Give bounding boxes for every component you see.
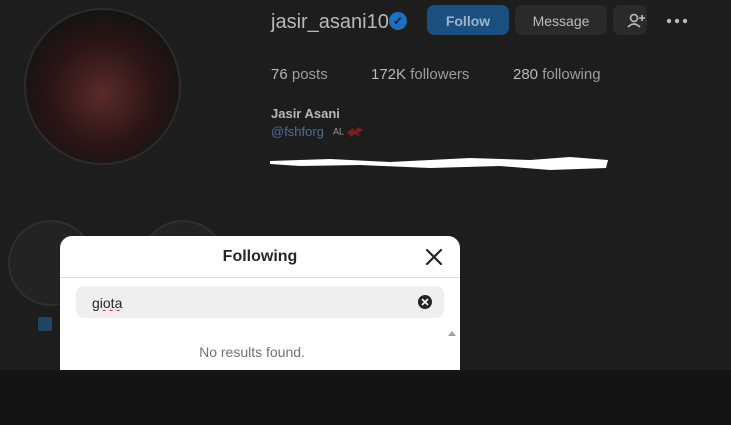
scroll-up-arrow-icon[interactable] — [446, 328, 458, 370]
close-modal-button[interactable] — [422, 245, 446, 269]
verified-badge-icon: ✓ — [389, 12, 407, 30]
eagle-emoji-icon — [347, 127, 364, 137]
bio-handle-link[interactable]: @fshforg — [271, 124, 324, 139]
posts-stat: 76 posts — [271, 66, 328, 83]
follow-button[interactable]: Follow — [427, 5, 509, 35]
profile-username: jasir_asani10 — [271, 11, 389, 33]
modal-divider — [60, 277, 460, 278]
no-results-message: No results found. — [199, 344, 305, 360]
message-button[interactable]: Message — [515, 5, 607, 35]
clear-search-button[interactable] — [418, 295, 432, 309]
bottom-bar — [0, 370, 731, 425]
following-modal: Following No results found. — [60, 236, 460, 370]
modal-title: Following — [222, 248, 298, 265]
followers-count: 172K — [371, 66, 407, 83]
profile-avatar[interactable] — [24, 8, 181, 165]
posts-count: 76 — [271, 66, 288, 83]
profile-full-name: Jasir Asani — [271, 106, 340, 121]
bio-redaction-mark — [270, 157, 608, 170]
search-box — [76, 286, 444, 318]
followers-stat[interactable]: 172K followers — [371, 66, 469, 83]
followers-label: followers — [410, 66, 470, 83]
clear-icon — [421, 298, 429, 306]
more-options-icon — [666, 18, 688, 24]
following-stat[interactable]: 280 following — [513, 66, 601, 83]
more-options-button[interactable] — [658, 9, 688, 31]
add-user-icon — [627, 13, 645, 28]
highlight-icon — [38, 317, 52, 331]
bio-handle-badge: AL — [333, 126, 364, 138]
posts-label: posts — [291, 66, 328, 83]
suggested-users-button[interactable] — [613, 5, 647, 35]
close-icon — [425, 248, 443, 266]
following-count: 280 — [513, 66, 539, 83]
search-input[interactable] — [90, 292, 404, 314]
following-label: following — [542, 66, 601, 83]
